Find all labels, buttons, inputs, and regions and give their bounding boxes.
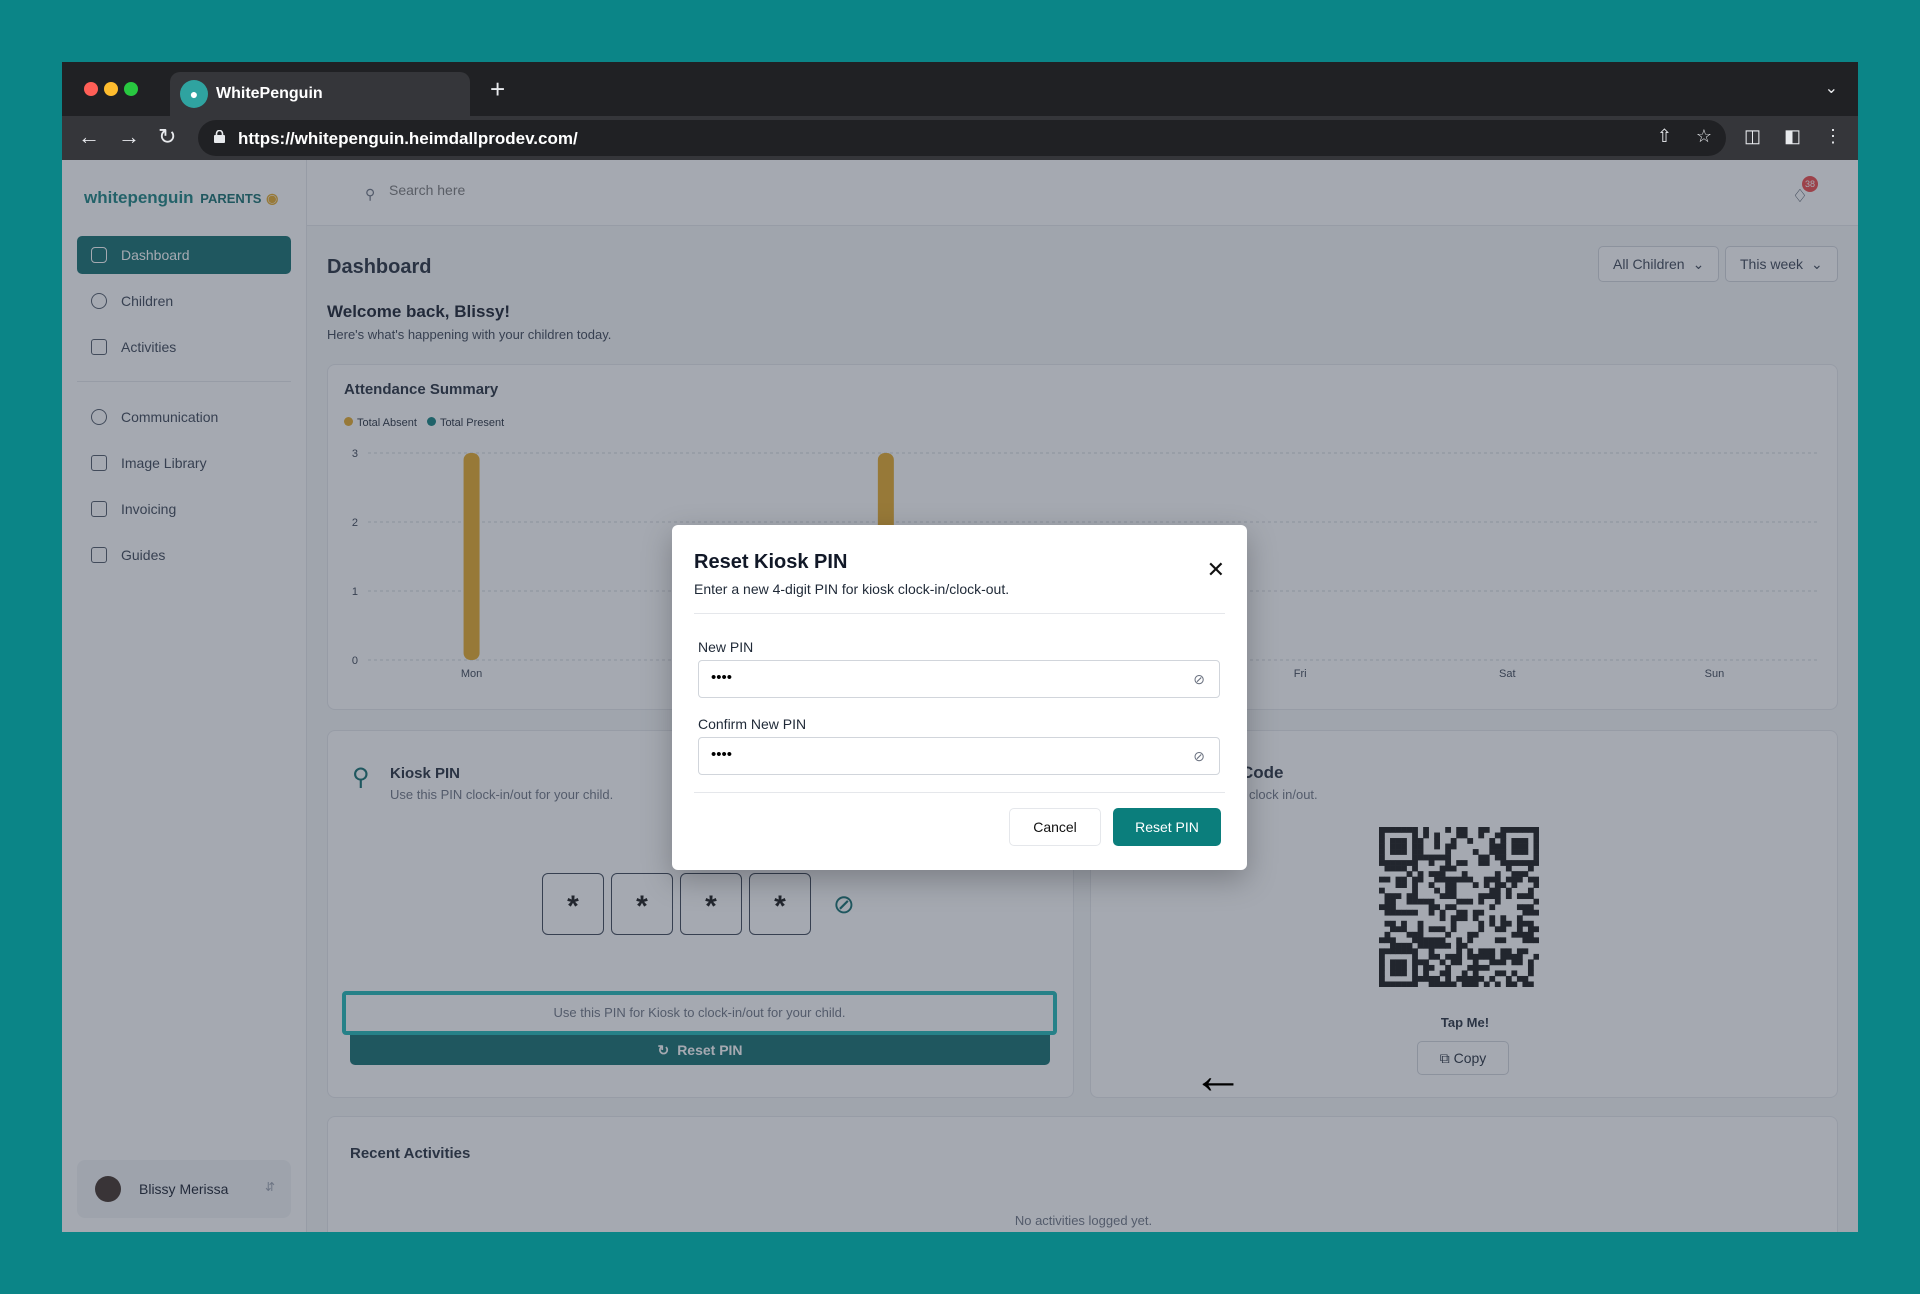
kebab-menu-icon[interactable]: ⋮ <box>1824 126 1842 147</box>
url-field[interactable]: https://whitepenguin.heimdallprodev.com/… <box>198 120 1726 156</box>
new-pin-field[interactable]: ⊘ <box>698 660 1220 698</box>
extensions-icon[interactable]: ◫ <box>1744 126 1761 147</box>
back-arrow-icon[interactable]: ← <box>78 124 100 150</box>
share-icon[interactable]: ⇧ <box>1657 126 1672 147</box>
modal-reset-pin-button[interactable]: Reset PIN <box>1113 808 1221 846</box>
confirm-pin-input[interactable] <box>711 746 1151 763</box>
minimize-window-button[interactable] <box>104 82 118 96</box>
url-text: https://whitepenguin.heimdallprodev.com/ <box>238 129 578 148</box>
forward-arrow-icon[interactable]: → <box>118 124 140 150</box>
eye-off-icon[interactable]: ⊘ <box>1193 671 1205 688</box>
tab-bar: ● WhitePenguin + ⌄ <box>62 62 1858 116</box>
cancel-button[interactable]: Cancel <box>1009 808 1101 846</box>
confirm-pin-label: Confirm New PIN <box>698 716 807 732</box>
chevron-down-icon[interactable]: ⌄ <box>1825 78 1838 98</box>
close-window-button[interactable] <box>84 82 98 96</box>
new-pin-input[interactable] <box>711 669 1151 686</box>
tab-title: WhitePenguin <box>216 85 323 102</box>
arrow-left-icon: ← <box>1192 1047 1244 1105</box>
maximize-window-button[interactable] <box>124 82 138 96</box>
address-bar: ← → ↻ https://whitepenguin.heimdallprode… <box>62 116 1858 160</box>
modal-divider <box>694 613 1225 614</box>
modal-title: Reset Kiosk PIN <box>694 551 848 573</box>
penguin-favicon-icon: ● <box>180 80 208 108</box>
side-panel-icon[interactable]: ◧ <box>1784 126 1801 147</box>
lock-icon <box>214 130 225 143</box>
close-icon[interactable]: ✕ <box>1207 559 1225 581</box>
browser-window: ● WhitePenguin + ⌄ ← → ↻ https://whitepe… <box>62 62 1858 1232</box>
eye-off-icon[interactable]: ⊘ <box>1193 748 1205 765</box>
new-pin-label: New PIN <box>698 639 754 655</box>
modal-footer-divider <box>694 792 1225 793</box>
star-icon[interactable]: ☆ <box>1696 126 1712 147</box>
new-tab-button[interactable]: + <box>490 74 505 105</box>
reload-icon[interactable]: ↻ <box>158 124 176 150</box>
reset-pin-modal: Reset Kiosk PIN Enter a new 4-digit PIN … <box>672 525 1247 870</box>
confirm-pin-field[interactable]: ⊘ <box>698 737 1220 775</box>
browser-tab[interactable]: ● WhitePenguin <box>170 72 470 116</box>
modal-description: Enter a new 4-digit PIN for kiosk clock-… <box>694 581 1010 597</box>
